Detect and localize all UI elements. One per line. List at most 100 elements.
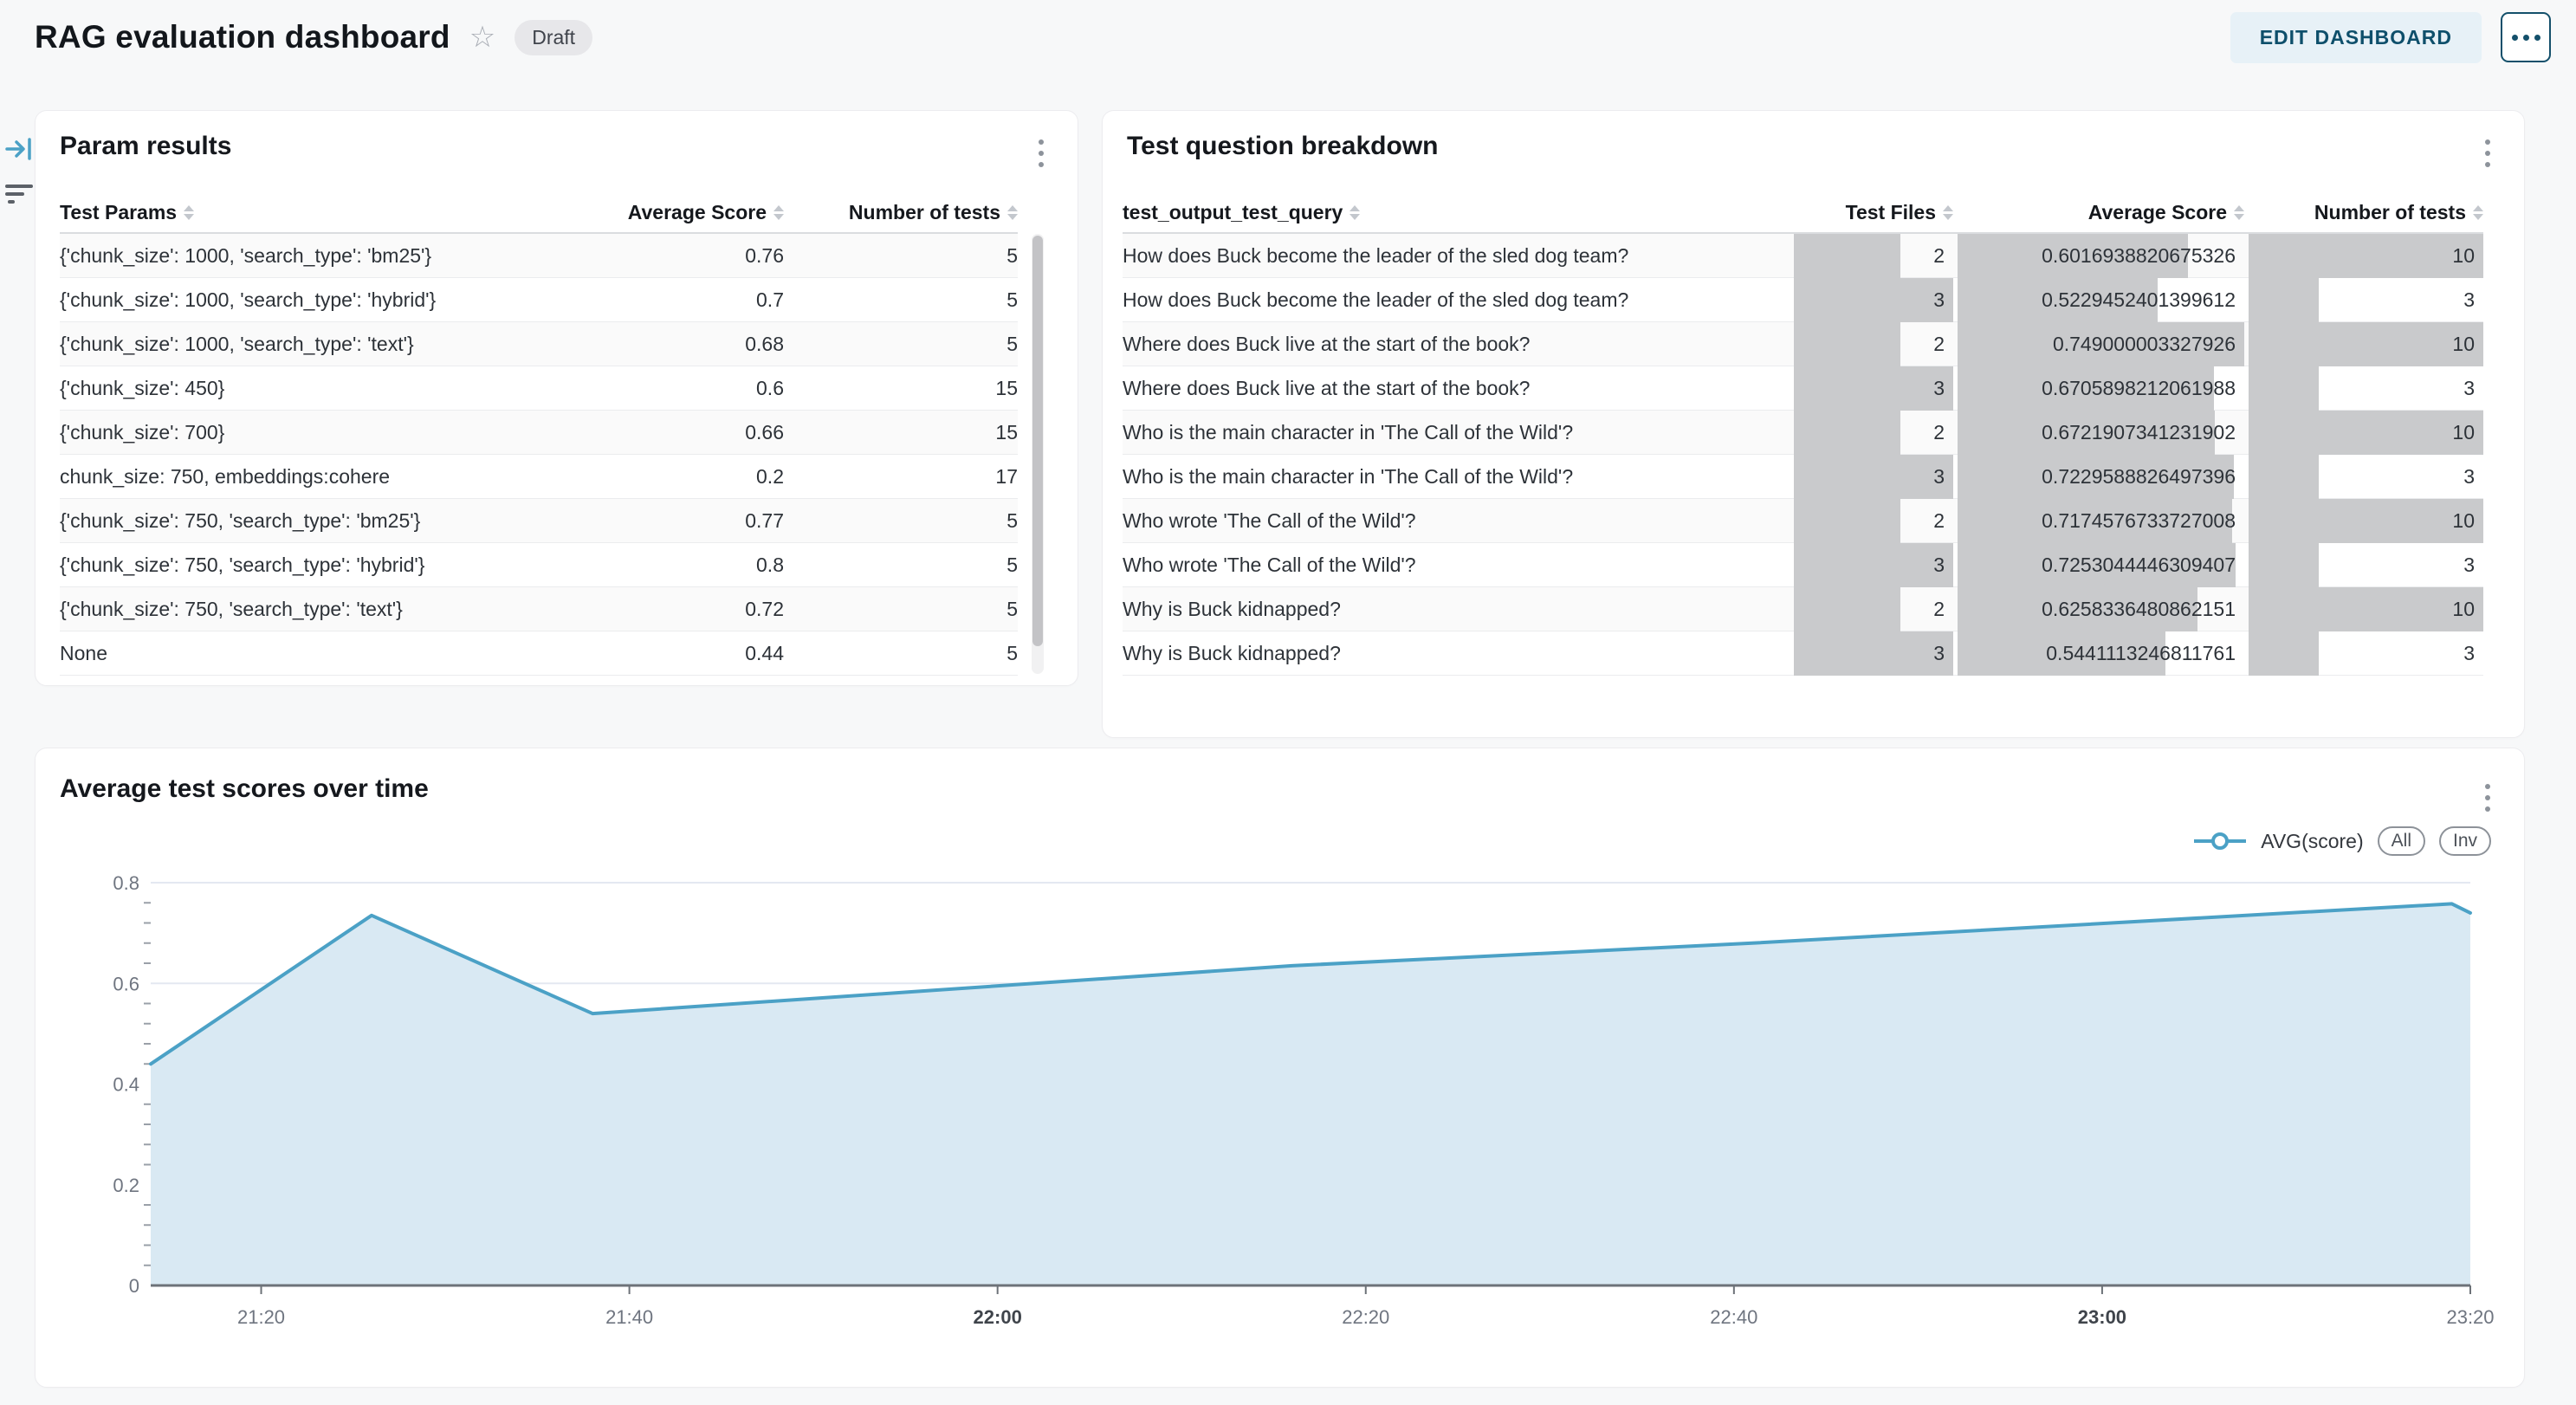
cell-test-files-bar: 3 xyxy=(1794,543,1953,587)
column-header-test-files[interactable]: Test Files xyxy=(1794,201,1953,224)
cell-test-params: {'chunk_size': 750, 'search_type': 'bm25… xyxy=(60,509,550,533)
x-axis-tick-label: 23:20 xyxy=(2446,1306,2494,1328)
star-icon[interactable]: ☆ xyxy=(469,23,495,52)
table-row: None0.445 xyxy=(60,631,1018,676)
chart-panel: Average test scores over time AVG(score)… xyxy=(35,748,2525,1388)
x-axis-tick-label: 22:20 xyxy=(1342,1306,1389,1328)
column-header-number-of-tests[interactable]: Number of tests xyxy=(784,201,1018,224)
scrollbar-thumb[interactable] xyxy=(1032,236,1043,646)
table-row: {'chunk_size': 1000, 'search_type': 'hyb… xyxy=(60,278,1018,322)
column-header-average-score[interactable]: Average Score xyxy=(550,201,784,224)
scrollbar-track[interactable] xyxy=(1032,234,1044,674)
cell-average-score-bar: 0.7174576733727008 xyxy=(1958,499,2244,543)
panel-title: Param results xyxy=(60,132,231,161)
edit-dashboard-button[interactable]: EDIT DASHBOARD xyxy=(2230,12,2482,63)
table-row: Where does Buck live at the start of the… xyxy=(1123,322,2483,366)
x-axis-tick-label: 22:00 xyxy=(974,1306,1022,1328)
x-axis-tick-label: 23:00 xyxy=(2078,1306,2126,1328)
table-row: Who wrote 'The Call of the Wild'?30.7253… xyxy=(1123,543,2483,587)
cell-number-of-tests-bar: 10 xyxy=(2249,587,2483,631)
cell-query: Who is the main character in 'The Call o… xyxy=(1123,421,1790,444)
cell-number-of-tests-bar: 3 xyxy=(2249,278,2483,322)
cell-query: Who wrote 'The Call of the Wild'? xyxy=(1123,509,1790,533)
column-header-test-params[interactable]: Test Params xyxy=(60,201,550,224)
cell-test-params: {'chunk_size': 450} xyxy=(60,377,550,400)
cell-average-score: 0.8 xyxy=(550,554,784,577)
cell-test-files-bar: 3 xyxy=(1794,278,1953,322)
cell-number-of-tests-bar: 10 xyxy=(2249,322,2483,366)
cell-average-score-bar: 0.6705898212061988 xyxy=(1958,366,2244,411)
status-badge: Draft xyxy=(515,20,592,55)
table-row: Why is Buck kidnapped?30.544111324681176… xyxy=(1123,631,2483,676)
cell-number-of-tests-bar: 10 xyxy=(2249,499,2483,543)
table-row: How does Buck become the leader of the s… xyxy=(1123,278,2483,322)
dot xyxy=(2512,35,2518,41)
sort-icon xyxy=(1943,205,1953,220)
cell-test-files-bar: 2 xyxy=(1794,411,1953,455)
table-row: {'chunk_size': 450}0.615 xyxy=(60,366,1018,411)
cell-query: Who wrote 'The Call of the Wild'? xyxy=(1123,554,1790,577)
y-axis-tick-label: 0.6 xyxy=(113,973,139,994)
cell-average-score-bar: 0.7253044446309407 xyxy=(1958,543,2244,587)
question-table-body: How does Buck become the leader of the s… xyxy=(1123,232,2483,676)
y-axis-tick-label: 0.2 xyxy=(113,1175,139,1196)
filter-icon[interactable] xyxy=(5,182,35,208)
cell-query: Why is Buck kidnapped? xyxy=(1123,598,1790,621)
cell-number-of-tests: 5 xyxy=(784,554,1018,577)
cell-average-score: 0.76 xyxy=(550,244,784,268)
cell-test-files-bar: 3 xyxy=(1794,631,1953,676)
cell-test-params: {'chunk_size': 700} xyxy=(60,421,550,444)
cell-test-files-bar: 3 xyxy=(1794,366,1953,411)
table-row: Why is Buck kidnapped?20.625833648086215… xyxy=(1123,587,2483,631)
param-results-panel: Param results Test Params Average Score … xyxy=(35,110,1078,686)
cell-number-of-tests: 15 xyxy=(784,421,1018,444)
sort-icon xyxy=(773,205,784,220)
series-area xyxy=(151,903,2470,1285)
cell-number-of-tests-bar: 10 xyxy=(2249,234,2483,278)
sort-icon xyxy=(1007,205,1018,220)
cell-average-score: 0.6 xyxy=(550,377,784,400)
question-breakdown-panel: Test question breakdown test_output_test… xyxy=(1102,110,2525,738)
sort-icon xyxy=(2473,205,2483,220)
table-row: Who is the main character in 'The Call o… xyxy=(1123,455,2483,499)
cell-average-score: 0.68 xyxy=(550,333,784,356)
cell-average-score-bar: 0.5229452401399612 xyxy=(1958,278,2244,322)
sort-icon xyxy=(2234,205,2244,220)
cell-number-of-tests-bar: 3 xyxy=(2249,366,2483,411)
left-rail xyxy=(5,135,35,208)
column-header-average-score[interactable]: Average Score xyxy=(1958,201,2244,224)
table-row: Where does Buck live at the start of the… xyxy=(1123,366,2483,411)
cell-average-score-bar: 0.749000003327926 xyxy=(1958,322,2244,366)
cell-number-of-tests: 5 xyxy=(784,509,1018,533)
cell-number-of-tests: 5 xyxy=(784,244,1018,268)
table-row: Who wrote 'The Call of the Wild'?20.7174… xyxy=(1123,499,2483,543)
cell-test-params: {'chunk_size': 1000, 'search_type': 'bm2… xyxy=(60,244,550,268)
cell-query: Where does Buck live at the start of the… xyxy=(1123,333,1790,356)
header-more-button[interactable] xyxy=(2501,12,2551,62)
collapse-right-icon[interactable] xyxy=(5,135,35,163)
cell-test-files-bar: 3 xyxy=(1794,455,1953,499)
table-row: chunk_size: 750, embeddings:cohere0.217 xyxy=(60,455,1018,499)
cell-query: Where does Buck live at the start of the… xyxy=(1123,377,1790,400)
scores-over-time-chart[interactable]: 00.20.40.60.821:2021:4022:0022:2022:4023… xyxy=(36,748,2524,1387)
cell-number-of-tests-bar: 10 xyxy=(2249,411,2483,455)
x-axis-tick-label: 21:20 xyxy=(237,1306,285,1328)
column-header-number-of-tests[interactable]: Number of tests xyxy=(2249,201,2483,224)
cell-number-of-tests-bar: 3 xyxy=(2249,631,2483,676)
param-table-body: {'chunk_size': 1000, 'search_type': 'bm2… xyxy=(60,232,1018,676)
cell-test-params: None xyxy=(60,642,550,665)
kebab-menu-icon[interactable] xyxy=(2479,133,2496,173)
cell-average-score: 0.44 xyxy=(550,642,784,665)
panel-title: Test question breakdown xyxy=(1127,132,1439,161)
cell-test-files-bar: 2 xyxy=(1794,234,1953,278)
cell-number-of-tests-bar: 3 xyxy=(2249,455,2483,499)
table-row: Who is the main character in 'The Call o… xyxy=(1123,411,2483,455)
cell-query: Who is the main character in 'The Call o… xyxy=(1123,465,1790,489)
kebab-menu-icon[interactable] xyxy=(1032,133,1050,173)
y-axis-tick-label: 0 xyxy=(129,1275,139,1297)
table-row: {'chunk_size': 750, 'search_type': 'bm25… xyxy=(60,499,1018,543)
column-header-query[interactable]: test_output_test_query xyxy=(1123,201,1790,224)
page-title: RAG evaluation dashboard xyxy=(35,19,450,55)
cell-test-params: {'chunk_size': 750, 'search_type': 'hybr… xyxy=(60,554,550,577)
cell-number-of-tests: 5 xyxy=(784,288,1018,312)
